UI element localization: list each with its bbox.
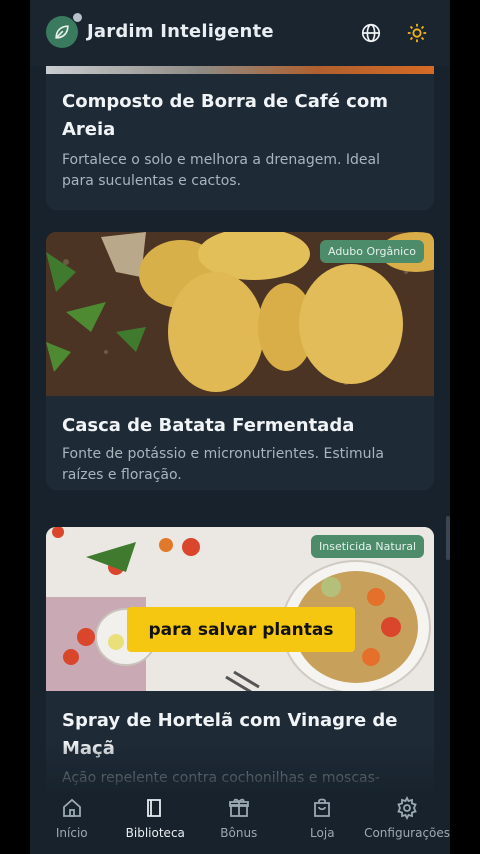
remedy-card[interactable]: Adubo Orgânico Casca de Batata Fermentad… [46,232,434,490]
category-badge: Inseticida Natural [311,535,424,558]
card-title: Composto de Borra de Café com Areia [62,91,388,140]
nav-label: Loja [310,826,335,840]
bottom-navigation: Início Biblioteca Bônus Loja Configuraçõ… [30,792,450,854]
card-description: Ação repelente contra cochonilhas e mosc… [62,770,380,786]
card-title: Casca de Batata Fermentada [62,415,355,436]
app-header: Jardim Inteligente [30,0,450,66]
card-description: Fonte de potássio e micronutrientes. Est… [62,446,384,483]
gear-icon [397,796,417,820]
phone-screen: Jardim Inteligente Composto de Borra de … [30,0,450,854]
card-image [46,66,434,74]
category-badge: Adubo Orgânico [319,240,424,263]
scrollbar[interactable] [446,516,450,560]
nav-item-configuracoes[interactable]: Configurações [364,792,450,854]
gift-icon [228,798,249,817]
home-icon [62,798,81,817]
remedy-card[interactable]: Composto de Borra de Café com Areia Fort… [46,66,434,210]
content-list[interactable]: Composto de Borra de Café com Areia Fort… [30,66,450,792]
nav-label: Início [55,826,88,840]
book-icon [147,799,162,817]
globe-icon[interactable] [360,22,382,44]
video-caption: para salvar plantas [127,607,355,652]
nav-label: Biblioteca [125,826,185,840]
card-description: Fortalece o solo e melhora a drenagem. I… [62,152,380,189]
card-title: Spray de Hortelã com Vinagre de Maçã [62,710,398,759]
shopping-bag-icon [314,798,331,817]
notification-dot [72,12,83,23]
remedy-card[interactable]: Inseticida Natural Spray de Hortelã com … [46,527,434,792]
nav-item-inicio[interactable]: Início [30,792,114,854]
nav-item-loja[interactable]: Loja [281,792,365,854]
nav-label: Bônus [220,826,258,840]
app-title: Jardim Inteligente [87,21,274,42]
nav-item-biblioteca[interactable]: Biblioteca [114,792,198,854]
nav-item-bonus[interactable]: Bônus [197,792,281,854]
sun-icon[interactable] [406,22,428,44]
nav-label: Configurações [364,826,450,840]
